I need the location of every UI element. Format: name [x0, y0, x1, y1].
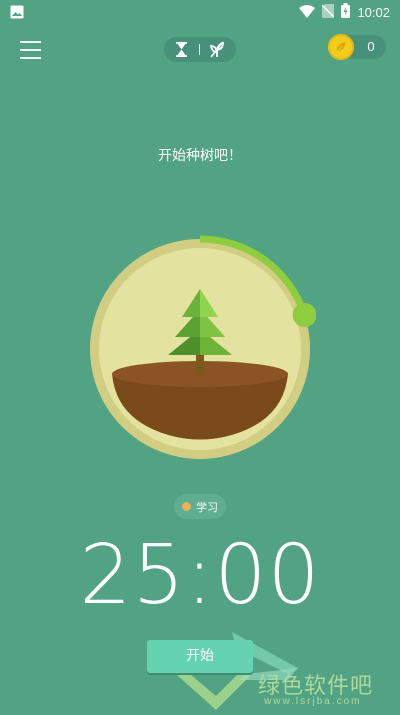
- battery-charging-icon: [341, 2, 351, 22]
- menu-button[interactable]: [18, 40, 44, 60]
- image-icon: [10, 4, 24, 23]
- clock: 10:02: [357, 4, 390, 20]
- no-sim-icon: [321, 3, 335, 22]
- mode-switch[interactable]: [164, 37, 236, 62]
- tag-label: 学习: [196, 501, 218, 514]
- start-button[interactable]: 开始: [147, 640, 253, 673]
- timer-display: 25:00: [79, 528, 321, 623]
- wifi-icon: [299, 3, 316, 22]
- watermark-url: www.lsrjba.com: [264, 696, 362, 707]
- status-bar: 10:02: [0, 0, 400, 24]
- tag-color-dot: [182, 502, 191, 511]
- mode-divider: [199, 44, 200, 55]
- progress-handle[interactable]: [292, 303, 317, 328]
- coin-icon: [328, 34, 354, 60]
- coin-count: 0: [367, 39, 375, 54]
- coin-counter[interactable]: 0: [328, 34, 386, 60]
- hamburger-menu-icon: [20, 41, 41, 59]
- no-sapling-icon[interactable]: [209, 41, 225, 62]
- hourglass-icon[interactable]: [176, 42, 187, 61]
- plant-prompt: 开始种树吧！: [158, 148, 242, 164]
- tag-selector[interactable]: 学习: [174, 494, 226, 519]
- tree-timer-dial[interactable]: [84, 233, 317, 465]
